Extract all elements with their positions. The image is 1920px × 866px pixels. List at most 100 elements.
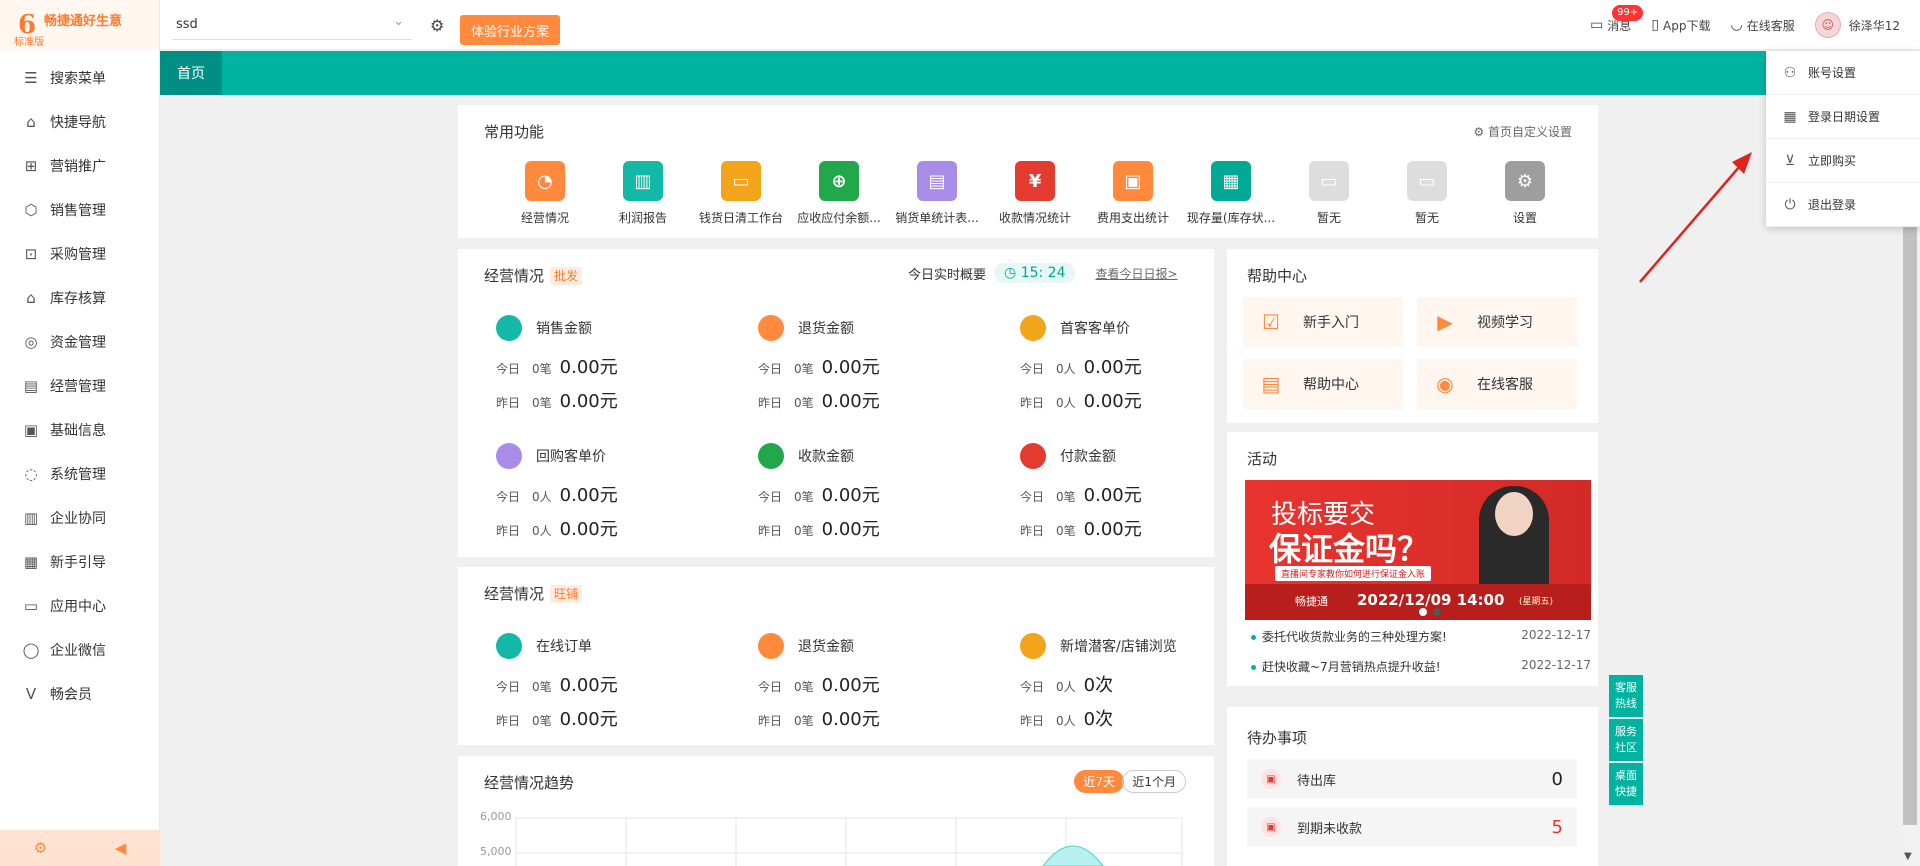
stat-card-title: 首客客单价 — [1060, 321, 1130, 337]
todo-row[interactable]: ▣ 待出库 0 — [1247, 759, 1577, 799]
scroll-down-arrow-icon[interactable]: ▼ — [1904, 851, 1912, 862]
help-tile[interactable]: ◉ 在线客服 — [1417, 359, 1577, 409]
stat-count: 0人 — [532, 490, 552, 504]
todo-label: 待出库 — [1297, 773, 1337, 789]
sidebar-item[interactable]: ▭ 应用中心 — [0, 584, 159, 628]
messages-button[interactable]: ▭ 消息 99+ — [1590, 4, 1644, 34]
help-tile[interactable]: ▤ 帮助中心 — [1243, 359, 1403, 409]
account-select[interactable]: ssd ⌄ — [172, 10, 412, 40]
daily-report-link[interactable]: 查看今日日报> — [1095, 265, 1177, 282]
stat-icon — [1020, 443, 1046, 469]
customize-home-link[interactable]: ⚙ 首页自定义设置 — [1473, 123, 1572, 140]
sidebar-item[interactable]: ▥ 企业协同 — [0, 496, 159, 540]
stat-row-label: 今日 — [496, 490, 521, 504]
news-item[interactable]: 委托代收货款业务的三种处理方案! 2022-12-17 — [1251, 628, 1591, 645]
help-tile[interactable]: ☑ 新手入门 — [1243, 297, 1403, 347]
function-shortcut[interactable]: ▭ 钱货日清工作台 — [692, 161, 790, 226]
help-tile[interactable]: ▶ 视频学习 — [1417, 297, 1577, 347]
stat-count: 0笔 — [532, 680, 552, 694]
scrollbar-thumb[interactable] — [1903, 225, 1917, 825]
stat-card: 销售金额 今日 0笔 0.00元 昨日 0笔 0.00元 — [496, 315, 726, 413]
function-shortcut[interactable]: ◔ 经营情况 — [496, 161, 594, 226]
function-icon: ⊕ — [819, 161, 859, 201]
banner-line2: 保证金吗？ — [1269, 530, 1430, 568]
carousel-dot-2[interactable] — [1433, 608, 1441, 616]
id-card-icon: ▣ — [23, 421, 39, 439]
function-shortcut[interactable]: ⚙ 设置 — [1476, 161, 1574, 226]
gear-icon[interactable]: ⚙ — [430, 16, 444, 35]
sidebar-item[interactable]: ◯ 企业微信 — [0, 628, 159, 672]
function-shortcut[interactable]: ¥ 收款情况统计 — [986, 161, 1084, 226]
sidebar-item-label: 快捷导航 — [50, 115, 106, 131]
sidebar-item[interactable]: ⊞ 营销推广 — [0, 144, 159, 188]
sidebar-item[interactable]: ⌂ 库存核算 — [0, 276, 159, 320]
settings-icon[interactable]: ⚙ — [34, 839, 47, 857]
todo-icon: ▣ — [1261, 769, 1281, 789]
function-grid: ◔ 经营情况 ▥ 利润报告 ▭ 钱货日清工作台 ⊕ 应收应付余额... ▤ 销货单统计表... ¥ 收… — [496, 161, 1574, 226]
stat-icon — [1020, 633, 1046, 659]
sidebar-item[interactable]: ☰ 搜索菜单 — [0, 56, 159, 100]
stat-amount: 0.00元 — [821, 357, 880, 378]
app-logo[interactable]: 6 畅捷通好生意 标准版 — [0, 0, 159, 50]
todo-row[interactable]: ▣ 到期未收款 5 — [1247, 807, 1577, 847]
sidebar-item-label: 采购管理 — [50, 247, 106, 263]
stat-card-header: 新增潜客/店铺浏览 — [1020, 633, 1250, 659]
dropdown-item-label: 登录日期设置 — [1808, 110, 1881, 124]
business-panel-wholesale: 经营情况 批发 今日实时概要 ◷ 15: 24 查看今日日报> 销售金额 今日 0笔… — [458, 249, 1214, 557]
banner-date: 2022/12/09 14:00 — [1357, 591, 1505, 609]
floating-button[interactable]: 客服 热线 — [1609, 675, 1643, 717]
sidebar: 6 畅捷通好生意 标准版 ☰ 搜索菜单 ⌂ 快捷导航 ⊞ 营销推广 ⬡ 销售管理 ⊡ 采购管理 ⌂ 库… — [0, 0, 160, 866]
news-item[interactable]: 赶快收藏~7月营销热点提升收益! 2022-12-17 — [1251, 658, 1591, 675]
sidebar-item[interactable]: ◎ 资金管理 — [0, 320, 159, 364]
tab-home[interactable]: 首页 — [160, 51, 222, 95]
activity-banner[interactable]: 投标要交 保证金吗？ 直播间专家教你如何进行保证金入账 畅捷通 2022/12/… — [1245, 480, 1591, 620]
user-settings-icon: ⚇ — [1783, 64, 1797, 81]
function-shortcut[interactable]: ▭ 暂无 — [1280, 161, 1378, 226]
function-shortcut[interactable]: ▤ 销货单统计表... — [888, 161, 986, 226]
sidebar-item[interactable]: ▤ 经营管理 — [0, 364, 159, 408]
stat-row: 昨日 0人 0.00元 — [1020, 387, 1250, 413]
user-dropdown: ⚇ 账号设置 ▦ 登录日期设置 ⊻ 立即购买 ⏻ 退出登录 — [1766, 51, 1920, 227]
sidebar-item[interactable]: ⬡ 销售管理 — [0, 188, 159, 232]
collapse-icon[interactable]: ◀ — [115, 839, 127, 857]
function-shortcut[interactable]: ▦ 现存量(库存状... — [1182, 161, 1280, 226]
stat-row-label: 昨日 — [496, 524, 521, 538]
function-label: 应收应付余额... — [797, 211, 881, 225]
sidebar-item[interactable]: ▣ 基础信息 — [0, 408, 159, 452]
function-label: 设置 — [1512, 211, 1537, 225]
stat-count: 0笔 — [532, 396, 552, 410]
user-name: 徐泽华12 — [1848, 18, 1900, 33]
floating-button[interactable]: 桌面 快捷 — [1609, 763, 1643, 805]
dropdown-item[interactable]: ⏻ 退出登录 — [1766, 183, 1920, 227]
gift-icon: ⊞ — [24, 157, 38, 175]
sidebar-item[interactable]: V 畅会员 — [0, 672, 159, 716]
floating-button-line2: 快捷 — [1615, 785, 1637, 798]
dropdown-item-label: 账号设置 — [1808, 66, 1857, 80]
app-download-button[interactable]: ▯ App下载 — [1651, 17, 1710, 34]
function-shortcut[interactable]: ▭ 暂无 — [1378, 161, 1476, 226]
function-shortcut[interactable]: ⊕ 应收应付余额... — [790, 161, 888, 226]
news-title: 委托代收货款业务的三种处理方案! — [1262, 630, 1447, 644]
dropdown-item[interactable]: ⚇ 账号设置 — [1766, 51, 1920, 95]
function-shortcut[interactable]: ▥ 利润报告 — [594, 161, 692, 226]
stat-count: 0笔 — [794, 490, 814, 504]
sidebar-item[interactable]: ◌ 系统管理 — [0, 452, 159, 496]
document-icon: ▥ — [23, 509, 39, 527]
stat-row: 昨日 0笔 0.00元 — [496, 387, 726, 413]
dropdown-item[interactable]: ▦ 登录日期设置 — [1766, 95, 1920, 139]
floating-button[interactable]: 服务 社区 — [1609, 719, 1643, 761]
sidebar-item[interactable]: ⌂ 快捷导航 — [0, 100, 159, 144]
carousel-dot-1[interactable] — [1419, 608, 1427, 616]
function-icon: ◔ — [525, 161, 565, 201]
sidebar-item[interactable]: ⊡ 采购管理 — [0, 232, 159, 276]
todo-value: 5 — [1551, 816, 1563, 838]
stat-card-header: 回购客单价 — [496, 443, 726, 469]
trial-industry-button[interactable]: 体验行业方案 — [460, 15, 560, 45]
business-title-shop: 经营情况 — [484, 585, 545, 603]
function-shortcut[interactable]: ▣ 费用支出统计 — [1084, 161, 1182, 226]
user-menu[interactable]: ☺ 徐泽华12 — [1814, 12, 1900, 38]
online-service-button[interactable]: ◡ 在线客服 — [1730, 17, 1794, 34]
dropdown-item[interactable]: ⊻ 立即购买 — [1766, 139, 1920, 183]
stat-row-label: 今日 — [758, 362, 783, 376]
sidebar-item[interactable]: ▦ 新手引导 — [0, 540, 159, 584]
